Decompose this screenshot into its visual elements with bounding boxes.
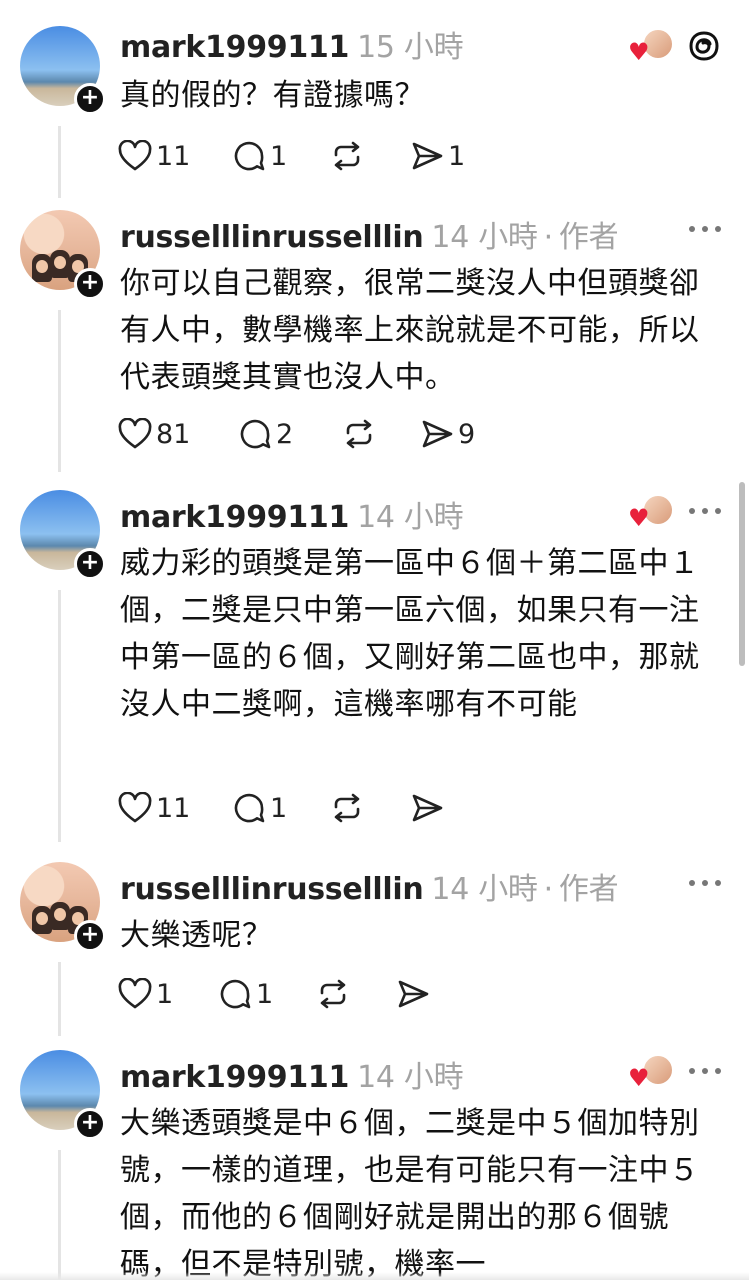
post-header: russelllinrusselllin 14 小時 · 作者 xyxy=(120,212,619,256)
send-icon xyxy=(422,420,453,448)
heart-icon xyxy=(118,418,152,449)
like-count: 11 xyxy=(156,140,191,172)
repost-icon xyxy=(346,419,372,449)
more-options-icon[interactable] xyxy=(689,226,721,234)
thread-line xyxy=(58,962,61,1036)
threads-logo-icon[interactable] xyxy=(686,28,722,64)
reply-post: + mark1999111 14 小時 ♥ 大樂透頭獎是中６個，二獎是中５個加特別… xyxy=(0,1050,749,1280)
follow-plus-icon[interactable]: + xyxy=(74,920,106,952)
reply-post: + russelllinrusselllin 14 小時 · 作者 大樂透呢？ 1 1 xyxy=(0,862,749,1042)
username[interactable]: mark1999111 xyxy=(120,30,349,65)
repost-button[interactable] xyxy=(330,136,364,176)
reply-count: 1 xyxy=(270,792,288,824)
liked-by-author-heart-icon: ♥ xyxy=(628,504,650,532)
thread-line xyxy=(58,1150,61,1280)
post-content: 你可以自己觀察，很常二獎沒人中但頭獎卻有人中，數學機率上來說就是不可能，所以代表… xyxy=(120,266,700,395)
separator-dot: · xyxy=(543,220,554,255)
liked-by-author-heart-icon: ♥ xyxy=(628,38,650,66)
like-button[interactable]: 11 xyxy=(118,136,190,176)
post-content: 威力彩的頭獎是第一區中６個＋第二區中１個，二獎是只中第一區六個，如果只有一注中第… xyxy=(120,546,700,722)
post-header: mark1999111 15 小時 xyxy=(120,22,464,66)
bottom-edge xyxy=(0,1272,749,1280)
author-tag: 作者 xyxy=(558,220,619,255)
liked-by-author-heart-icon: ♥ xyxy=(628,1064,650,1092)
reply-button[interactable]: 1 xyxy=(218,974,273,1014)
repost-icon xyxy=(320,979,346,1009)
reply-count: 1 xyxy=(270,140,288,172)
post-time: 14 小時 xyxy=(431,872,538,907)
username[interactable]: russelllinrusselllin xyxy=(120,872,424,907)
share-button[interactable] xyxy=(396,974,430,1014)
reply-button[interactable]: 1 xyxy=(232,788,287,828)
send-icon xyxy=(412,794,443,822)
send-icon xyxy=(412,142,443,170)
reply-post: + russelllinrusselllin 14 小時 · 作者 你可以自己觀察，很… xyxy=(0,210,749,480)
follow-plus-icon[interactable]: + xyxy=(74,1108,106,1140)
follow-plus-icon[interactable]: + xyxy=(74,83,106,115)
comment-icon xyxy=(234,793,265,823)
repost-button[interactable] xyxy=(330,788,364,828)
post-content: 真的假的？有證據嗎？ xyxy=(120,78,425,113)
share-count: 1 xyxy=(448,140,466,172)
username[interactable]: mark1999111 xyxy=(120,500,349,535)
heart-icon xyxy=(118,978,152,1009)
repost-button[interactable] xyxy=(316,974,350,1014)
username[interactable]: russelllinrusselllin xyxy=(120,220,424,255)
reply-count: 1 xyxy=(256,978,274,1010)
comment-icon xyxy=(220,979,251,1009)
post-time: 14 小時 xyxy=(357,500,464,535)
thread-line xyxy=(58,310,61,472)
username[interactable]: mark1999111 xyxy=(120,1060,349,1095)
scrollbar[interactable] xyxy=(739,482,745,666)
like-count: 11 xyxy=(156,792,191,824)
comment-icon xyxy=(240,419,271,449)
like-count: 81 xyxy=(156,418,191,450)
share-button[interactable]: 1 xyxy=(410,136,465,176)
like-button[interactable]: 11 xyxy=(118,788,190,828)
heart-icon xyxy=(118,792,152,823)
share-button[interactable] xyxy=(410,788,444,828)
reply-post: + mark1999111 14 小時 ♥ 威力彩的頭獎是第一區中６個＋第二區中１… xyxy=(0,490,749,850)
follow-plus-icon[interactable]: + xyxy=(74,268,106,300)
separator-dot: · xyxy=(543,872,554,907)
post-header: mark1999111 14 小時 xyxy=(120,1052,464,1096)
author-tag: 作者 xyxy=(558,872,619,907)
like-count: 1 xyxy=(156,978,174,1010)
share-count: 9 xyxy=(458,418,476,450)
post-content: 大樂透呢？ xyxy=(120,918,273,953)
repost-button[interactable] xyxy=(342,414,376,454)
more-options-icon[interactable] xyxy=(689,1068,721,1076)
like-button[interactable]: 1 xyxy=(118,974,173,1014)
post-time: 15 小時 xyxy=(357,30,464,65)
comment-icon xyxy=(234,141,265,171)
repost-icon xyxy=(334,141,360,171)
more-options-icon[interactable] xyxy=(689,880,721,888)
thread-line xyxy=(58,126,61,198)
heart-icon xyxy=(118,140,152,171)
post-header: russelllinrusselllin 14 小時 · 作者 xyxy=(120,864,619,908)
thread-line xyxy=(58,590,61,842)
post-time: 14 小時 xyxy=(431,220,538,255)
reply-count: 2 xyxy=(276,418,294,450)
repost-icon xyxy=(334,793,360,823)
like-button[interactable]: 81 xyxy=(118,414,190,454)
reply-button[interactable]: 1 xyxy=(232,136,287,176)
send-icon xyxy=(398,980,429,1008)
follow-plus-icon[interactable]: + xyxy=(74,548,106,580)
more-options-icon[interactable] xyxy=(689,508,721,516)
share-button[interactable]: 9 xyxy=(420,414,475,454)
post-content: 大樂透頭獎是中６個，二獎是中５個加特別號，一樣的道理，也是有可能只有一注中５個，… xyxy=(120,1106,700,1280)
reply-button[interactable]: 2 xyxy=(238,414,293,454)
post-header: mark1999111 14 小時 xyxy=(120,492,464,536)
reply-post: + mark1999111 15 小時 ♥ 真的假的？有證據嗎？ 11 1 1 xyxy=(0,22,749,204)
post-time: 14 小時 xyxy=(357,1060,464,1095)
